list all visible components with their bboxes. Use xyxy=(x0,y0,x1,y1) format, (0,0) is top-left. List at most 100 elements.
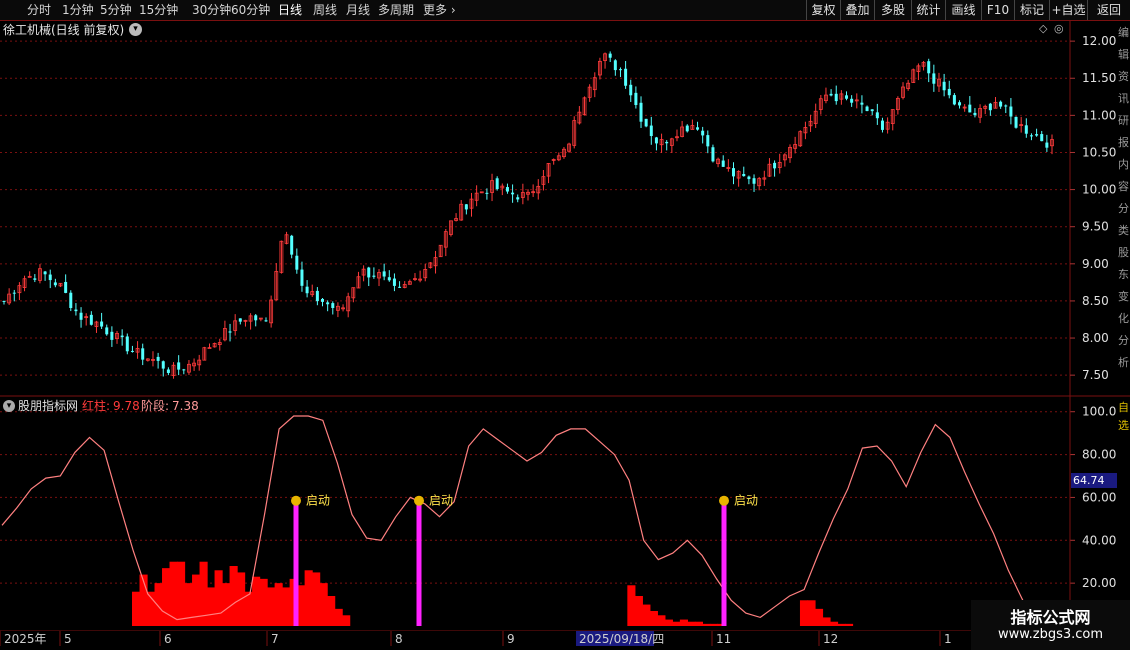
price-chart[interactable]: 12.00 11.50 11.00 10.50 10.00 9.50 9.00 8.50 8.0… xyxy=(0,20,1130,397)
side-tab-char[interactable]: 辑 xyxy=(1118,44,1130,66)
candle-body xyxy=(665,141,669,144)
candle-body xyxy=(100,321,104,327)
indicator-name[interactable]: 股朋指标网 xyxy=(18,399,78,413)
red-bar xyxy=(709,623,719,626)
signal-column-0 xyxy=(293,501,299,626)
candle-body xyxy=(870,109,874,112)
candle-body xyxy=(942,81,946,91)
toolbar-button-2[interactable]: 多股 xyxy=(874,0,911,20)
toolbar-button-6[interactable]: 标记 xyxy=(1014,0,1049,20)
candle-body xyxy=(999,101,1003,107)
side-tab-char[interactable]: 资 xyxy=(1118,66,1130,88)
x-axis-label-6: 2025/09/18/四 xyxy=(579,632,664,646)
toolbar-button-5[interactable]: F10 xyxy=(981,0,1014,20)
stock-title[interactable]: 徐工机械(日线 前复权) xyxy=(3,23,124,37)
red-bar xyxy=(837,623,846,626)
signal-label-0: 启动 xyxy=(306,494,330,508)
period-tab-9[interactable]: 多周期 xyxy=(378,2,414,18)
side-tab-char[interactable]: 报 xyxy=(1118,132,1130,154)
candle-body xyxy=(988,103,992,111)
candle-body xyxy=(516,197,520,200)
dropdown-icon[interactable]: ▾ xyxy=(129,23,142,36)
indicator-side-char[interactable]: 选 xyxy=(1118,417,1130,435)
period-tab-7[interactable]: 周线 xyxy=(313,2,337,18)
price-tick-label-9: 7.50 xyxy=(1082,368,1109,382)
period-tab-5[interactable]: 60分钟 xyxy=(231,2,270,18)
money-bag-icon xyxy=(291,495,301,506)
candle-body xyxy=(464,204,468,210)
period-tab-0[interactable]: 分时 xyxy=(27,2,51,18)
toolbar-button-4[interactable]: 画线 xyxy=(945,0,981,20)
side-tab-char[interactable]: 股 xyxy=(1118,242,1130,264)
red-bar xyxy=(807,600,816,626)
candle-body xyxy=(654,137,658,144)
red-bar-label: 红柱: xyxy=(82,399,111,413)
candle-body xyxy=(305,286,309,294)
candle-body xyxy=(372,275,376,277)
period-tab-10[interactable]: 更多 › xyxy=(423,2,456,18)
period-tab-1[interactable]: 1分钟 xyxy=(62,2,94,18)
side-tab-char[interactable]: 分 xyxy=(1118,330,1130,352)
indicator-side-tabs[interactable]: 自选 xyxy=(1118,399,1130,439)
red-bar xyxy=(634,596,643,626)
signal-label-1: 启动 xyxy=(429,494,453,508)
watermark-url: www.zbgs3.com xyxy=(997,627,1104,642)
red-bar xyxy=(844,623,854,626)
price-tick-label-4: 10.00 xyxy=(1082,183,1116,197)
diamond-icon[interactable]: ◇ xyxy=(1039,22,1047,36)
candle-body xyxy=(952,95,956,105)
price-tick-label-8: 8.00 xyxy=(1082,331,1109,345)
red-bar xyxy=(679,619,688,626)
toolbar-button-1[interactable]: 叠加 xyxy=(840,0,874,20)
indicator-collapse-icon[interactable]: ▾ xyxy=(3,400,15,412)
candle-body xyxy=(485,192,489,194)
candle-body xyxy=(1024,125,1028,134)
period-toolbar: 分时 1分钟 5分钟 15分钟 30分钟 60分钟 日线 周线 月线 多周期 更多 › 复权 叠加 多股统… xyxy=(0,0,1130,21)
side-tab-char[interactable]: 化 xyxy=(1118,308,1130,330)
toolbar-button-3[interactable]: 统计 xyxy=(911,0,945,20)
candle-body xyxy=(69,292,73,308)
candle-body xyxy=(392,278,396,286)
x-axis: 2025年 5 6 7 8 9 2025/09/18/四 11 12 1 xyxy=(0,630,1070,646)
side-tab-char[interactable]: 内 xyxy=(1118,154,1130,176)
period-tab-6[interactable]: 日线 xyxy=(278,2,302,18)
candle-body xyxy=(64,281,68,293)
period-tab-3[interactable]: 15分钟 xyxy=(139,2,178,18)
red-bar xyxy=(829,621,839,626)
side-tab-char[interactable]: 研 xyxy=(1118,110,1130,132)
side-tab-char[interactable]: 析 xyxy=(1118,352,1130,374)
candle-body xyxy=(613,60,617,71)
stage-label: 阶段: xyxy=(141,399,170,413)
candle-body xyxy=(773,162,777,169)
toolbar-button-8[interactable]: 返回 xyxy=(1087,0,1130,20)
side-tab-char[interactable]: 讯 xyxy=(1118,88,1130,110)
red-bar xyxy=(304,570,313,626)
info-side-tabs[interactable]: 编辑资讯研报内容分类股东变化分析 xyxy=(1118,22,1130,394)
red-bar xyxy=(657,615,666,626)
candle-body xyxy=(79,312,83,320)
period-tab-8[interactable]: 月线 xyxy=(346,2,370,18)
side-tab-char[interactable]: 变 xyxy=(1118,286,1130,308)
side-tab-char[interactable]: 类 xyxy=(1118,220,1130,242)
candle-body xyxy=(33,278,37,280)
indicator-side-char[interactable]: 自 xyxy=(1118,399,1130,417)
candle-body xyxy=(973,112,977,116)
candle-body xyxy=(228,331,232,333)
candle-body xyxy=(1014,116,1018,128)
candle-body xyxy=(860,102,864,105)
price-tick-label-5: 9.50 xyxy=(1082,220,1109,234)
side-tab-char[interactable]: 东 xyxy=(1118,264,1130,286)
toolbar-button-0[interactable]: 复权 xyxy=(806,0,840,20)
red-bar xyxy=(649,611,658,626)
circle-icon[interactable]: ◎ xyxy=(1054,22,1064,36)
indicator-chart[interactable]: 100.0 80.00 60.00 40.00 20.00 启动 启动 启动 xyxy=(0,397,1130,630)
side-tab-char[interactable]: 分 xyxy=(1118,198,1130,220)
period-tab-4[interactable]: 30分钟 xyxy=(192,2,231,18)
red-bar xyxy=(312,572,321,626)
side-tab-char[interactable]: 编 xyxy=(1118,22,1130,44)
toolbar-button-7[interactable]: +自选 xyxy=(1049,0,1087,20)
side-tab-char[interactable]: 容 xyxy=(1118,176,1130,198)
candle-body xyxy=(644,118,648,127)
x-axis-label-7: 11 xyxy=(716,632,731,646)
period-tab-2[interactable]: 5分钟 xyxy=(100,2,132,18)
